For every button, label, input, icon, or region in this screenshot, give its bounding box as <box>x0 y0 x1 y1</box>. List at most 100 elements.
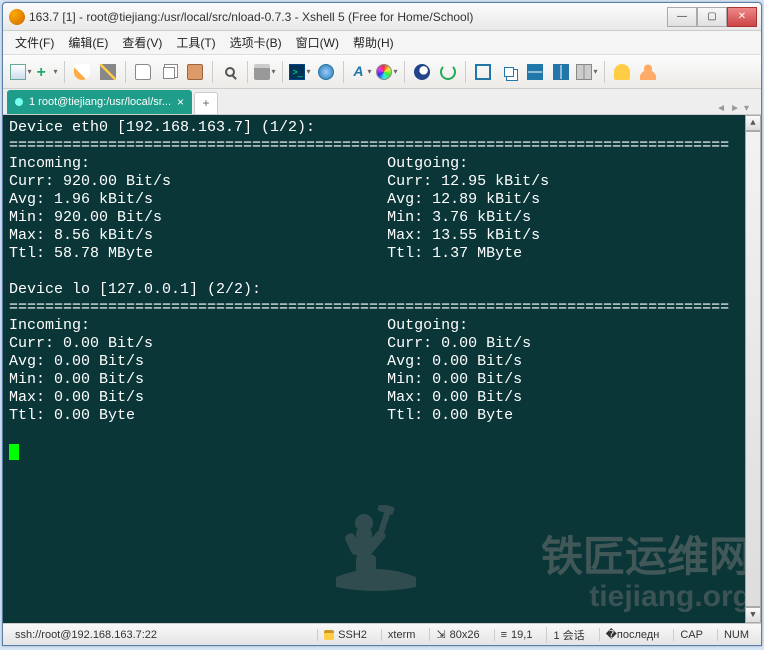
tile-h-button[interactable] <box>523 60 547 84</box>
resize-icon: ⇲ <box>436 628 445 641</box>
tab-list-button[interactable]: ▾ <box>744 103 749 114</box>
connected-icon <box>15 98 23 106</box>
find-icon <box>225 67 235 77</box>
find-button[interactable] <box>218 60 242 84</box>
user-button[interactable] <box>636 60 660 84</box>
status-size: ⇲ 80x26 <box>429 628 485 641</box>
status-connection: ssh://root@192.168.163.7:22 <box>9 629 309 641</box>
highlight-button[interactable] <box>70 60 94 84</box>
plus-icon: + <box>36 64 52 80</box>
new-tab-button[interactable]: + <box>194 92 218 114</box>
font-icon: A <box>350 64 366 80</box>
tile-v-button[interactable] <box>549 60 573 84</box>
terminal-icon: >_ <box>289 64 305 80</box>
print-icon <box>254 64 270 80</box>
separator <box>604 61 605 83</box>
separator <box>404 61 405 83</box>
titlebar[interactable]: 163.7 [1] - root@tiejiang:/usr/local/src… <box>3 3 761 31</box>
menu-file[interactable]: 文件(F) <box>9 32 60 53</box>
palette-icon <box>376 64 392 80</box>
scroll-up-button[interactable]: ▲ <box>745 115 761 131</box>
key-button[interactable] <box>610 60 634 84</box>
app-window: 163.7 [1] - root@tiejiang:/usr/local/src… <box>2 2 762 646</box>
tile-h-icon <box>527 64 543 80</box>
split-button[interactable] <box>575 60 599 84</box>
status-cursor: ≡ 19,1 <box>494 629 539 641</box>
terminal-output: Device eth0 [192.168.163.7] (1/2): =====… <box>9 119 755 461</box>
paste-button[interactable] <box>183 60 207 84</box>
fullscreen-icon <box>475 64 491 80</box>
cursor <box>9 444 19 460</box>
toolbar: + >_ A <box>3 55 761 89</box>
copy-button[interactable] <box>157 60 181 84</box>
xftp-button[interactable] <box>314 60 338 84</box>
refresh-icon <box>440 64 456 80</box>
print-button[interactable] <box>253 60 277 84</box>
status-cap: CAP <box>673 629 709 641</box>
scroll-down-button[interactable]: ▼ <box>745 607 761 623</box>
app-icon <box>9 9 25 25</box>
tab-label: 1 root@tiejiang:/usr/local/sr... <box>29 96 171 108</box>
status-sessions: 1 会话 <box>546 627 590 643</box>
close-button[interactable]: ✕ <box>727 7 757 27</box>
tab-close-icon[interactable]: × <box>177 95 184 109</box>
menu-help[interactable]: 帮助(H) <box>347 32 400 53</box>
fullscreen-button[interactable] <box>471 60 495 84</box>
watermark-text: 铁匠运维网 tiejiang.org <box>541 534 751 613</box>
scroll-thumb[interactable] <box>745 131 761 607</box>
separator <box>343 61 344 83</box>
paste-icon <box>187 64 203 80</box>
maximize-button[interactable]: ▢ <box>697 7 727 27</box>
menu-view[interactable]: 查看(V) <box>116 32 168 53</box>
transfer-button[interactable] <box>131 60 155 84</box>
tile-v-icon <box>553 64 569 80</box>
tabbar: 1 root@tiejiang:/usr/local/sr... × + ◄ ►… <box>3 89 761 115</box>
wand-button[interactable] <box>96 60 120 84</box>
separator <box>64 61 65 83</box>
status-num: NUM <box>717 629 755 641</box>
globe-icon <box>318 64 334 80</box>
terminal[interactable]: Device eth0 [192.168.163.7] (1/2): =====… <box>3 115 761 623</box>
status-protocol: SSH2 <box>317 629 373 641</box>
separator <box>212 61 213 83</box>
colorscheme-button[interactable] <box>375 60 399 84</box>
separator <box>125 61 126 83</box>
statusbar: ssh://root@192.168.163.7:22 SSH2 xterm ⇲… <box>3 623 761 645</box>
refresh-button[interactable] <box>436 60 460 84</box>
window-title: 163.7 [1] - root@tiejiang:/usr/local/src… <box>29 10 667 24</box>
menu-window[interactable]: 窗口(W) <box>290 32 345 53</box>
menubar: 文件(F) 编辑(E) 查看(V) 工具(T) 选项卡(B) 窗口(W) 帮助(… <box>3 31 761 55</box>
local-shell-button[interactable]: >_ <box>288 60 312 84</box>
cascade-icon <box>504 67 514 77</box>
moon-icon <box>414 64 430 80</box>
minimize-button[interactable]: — <box>667 7 697 27</box>
doc-icon <box>135 64 151 80</box>
font-button[interactable]: A <box>349 60 373 84</box>
wand-icon <box>100 64 116 80</box>
open-button[interactable]: + <box>35 60 59 84</box>
session-tab[interactable]: 1 root@tiejiang:/usr/local/sr... × <box>7 90 192 114</box>
watermark-logo <box>321 505 431 595</box>
status-link: �последн <box>599 628 666 641</box>
user-icon <box>640 64 656 80</box>
new-icon <box>10 64 26 80</box>
copy-icon <box>163 67 175 79</box>
tab-next-button[interactable]: ► <box>730 103 740 114</box>
row-icon: ≡ <box>501 629 507 641</box>
brush-icon <box>74 64 90 80</box>
key-icon <box>614 64 630 80</box>
menu-tools[interactable]: 工具(T) <box>170 32 221 53</box>
scrollbar[interactable]: ▲ ▼ <box>745 115 761 623</box>
menu-tabs[interactable]: 选项卡(B) <box>224 32 288 53</box>
menu-edit[interactable]: 编辑(E) <box>62 32 114 53</box>
separator <box>247 61 248 83</box>
split-icon <box>576 64 592 80</box>
status-term: xterm <box>381 629 422 641</box>
new-session-button[interactable] <box>9 60 33 84</box>
separator <box>282 61 283 83</box>
night-button[interactable] <box>410 60 434 84</box>
separator <box>465 61 466 83</box>
lock-icon <box>324 630 334 640</box>
tab-prev-button[interactable]: ◄ <box>716 103 726 114</box>
cascade-button[interactable] <box>497 60 521 84</box>
